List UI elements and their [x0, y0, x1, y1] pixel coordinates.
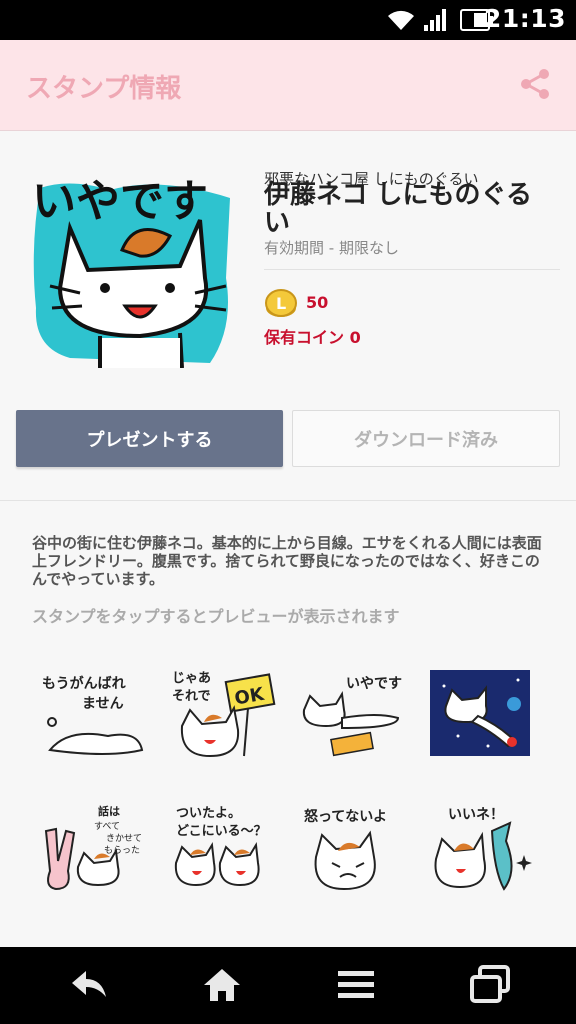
sticker-6[interactable]: ついたよ。 どこにいる〜？	[168, 801, 278, 901]
sticker-detail: いやです 邪悪なハンコ屋 しにものぐるい 伊藤ネコ しにものぐるい 有効期間 -…	[0, 131, 576, 947]
price-value: 50	[306, 293, 329, 312]
svg-text:L: L	[276, 294, 286, 313]
home-icon[interactable]	[198, 963, 246, 1007]
description-text: 谷中の街に住む伊藤ネコ。基本的に上から目線。エサをくれる人間には表面上フレンドリ…	[32, 534, 542, 588]
validity-period: 有効期間 - 期限なし	[264, 239, 399, 257]
svg-text:きかせて: きかせて	[106, 833, 142, 844]
svg-text:もうがんばれ: もうがんばれ	[42, 675, 126, 692]
main-sticker-text: いやです	[32, 176, 208, 227]
share-icon[interactable]	[518, 66, 554, 102]
sticker-2[interactable]: じゃあ それで OK	[168, 666, 278, 766]
svg-text:いいネ！: いいネ！	[448, 807, 504, 823]
sticker-title: 伊藤ネコ しにものぐるい	[264, 180, 533, 238]
svg-text:ません: ません	[82, 696, 124, 712]
section-divider	[0, 500, 576, 501]
page-title: スタンプ情報	[26, 74, 182, 104]
navigation-bar	[0, 947, 576, 1024]
svg-text:すべて: すべて	[94, 821, 120, 832]
present-button[interactable]: プレゼントする	[16, 410, 283, 467]
back-icon[interactable]	[64, 963, 112, 1007]
status-bar: 21:13	[0, 0, 576, 40]
sticker-7[interactable]: 怒ってないよ	[298, 801, 408, 901]
divider	[264, 269, 560, 270]
signal-icon	[424, 9, 446, 31]
svg-text:それで: それで	[172, 689, 211, 704]
sticker-1[interactable]: もうがんばれ ません	[38, 666, 148, 766]
sticker-4[interactable]	[428, 666, 538, 766]
owned-coins: 保有コイン 0	[264, 328, 361, 347]
preview-hint: スタンプをタップするとプレビューが表示されます	[32, 607, 400, 626]
coin-icon: L	[265, 289, 297, 317]
sticker-3[interactable]: いやです	[298, 666, 408, 766]
sticker-5[interactable]: 話は すべて きかせて もらった	[38, 801, 148, 901]
svg-text:ついたよ。: ついたよ。	[176, 806, 241, 821]
svg-text:話は: 話は	[98, 804, 120, 818]
downloaded-button[interactable]: ダウンロード済み	[292, 410, 560, 467]
svg-text:いやです: いやです	[346, 676, 402, 692]
clock: 21:13	[483, 4, 566, 33]
svg-text:どこにいる〜？: どこにいる〜？	[176, 824, 267, 839]
sticker-8[interactable]: いいネ！	[428, 801, 538, 901]
menu-icon[interactable]	[332, 963, 380, 1007]
svg-text:じゃあ: じゃあ	[172, 671, 211, 686]
main-sticker-image: いやです	[30, 158, 240, 369]
app-bar: スタンプ情報	[0, 40, 576, 131]
wifi-icon	[388, 10, 414, 30]
recent-apps-icon[interactable]	[466, 963, 514, 1007]
svg-text:怒ってないよ: 怒ってないよ	[304, 808, 387, 825]
svg-text:もらった: もらった	[104, 845, 140, 856]
